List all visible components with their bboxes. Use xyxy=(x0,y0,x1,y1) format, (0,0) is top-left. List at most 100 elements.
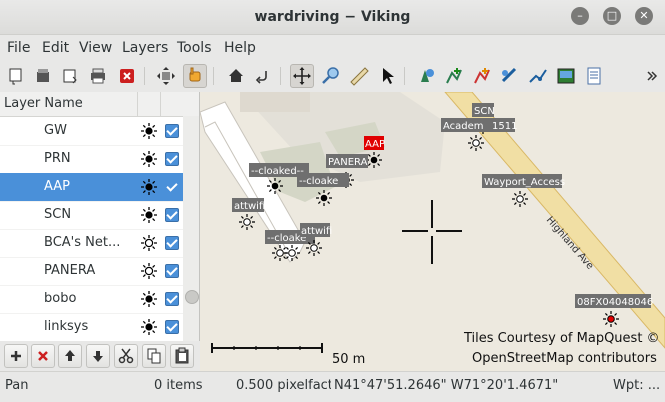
copy-icon xyxy=(147,348,161,364)
layer-visible-checkbox[interactable] xyxy=(165,208,179,222)
layer-row-panera[interactable]: PANERA xyxy=(0,257,183,286)
menu-help[interactable]: Help xyxy=(224,40,256,56)
create-track-icon[interactable] xyxy=(443,65,465,87)
layer-row-scn[interactable]: SCN xyxy=(0,201,183,230)
paste-icon xyxy=(175,347,189,364)
arrow-down-icon xyxy=(93,351,103,362)
save-file-icon[interactable] xyxy=(59,65,81,87)
delete-icon xyxy=(38,351,48,361)
layer-visible-checkbox[interactable] xyxy=(165,236,179,250)
layer-actions xyxy=(0,341,199,371)
waypoint-label: AAP xyxy=(365,139,385,150)
layer-row-bca[interactable]: BCA's Net... xyxy=(0,229,183,258)
create-route-icon[interactable] xyxy=(471,65,493,87)
menu-view[interactable]: View xyxy=(79,40,112,56)
layer-row-bobo[interactable]: bobo xyxy=(0,285,183,314)
new-window-icon[interactable] xyxy=(5,65,27,87)
layer-visible-checkbox[interactable] xyxy=(165,152,179,166)
layer-name: PRN xyxy=(44,151,71,166)
map-attribution-line1: Tiles Courtesy of MapQuest © xyxy=(463,331,660,346)
status-coordinates: N41°47'51.2646" W71°20'1.4671" xyxy=(334,378,559,393)
jump-back-icon[interactable] xyxy=(252,65,274,87)
open-file-icon[interactable] xyxy=(32,65,54,87)
print-icon[interactable] xyxy=(87,65,109,87)
layer-name: bobo xyxy=(44,291,77,306)
waypoint-visibility-icon[interactable] xyxy=(140,290,158,308)
layer-visible-checkbox[interactable] xyxy=(165,124,179,138)
layer-row-prn[interactable]: PRN xyxy=(0,145,183,174)
map-crosshair xyxy=(402,200,462,264)
waypoint-visibility-icon[interactable] xyxy=(140,318,158,336)
status-zoom: 0.500 pixelfact xyxy=(236,378,331,393)
menu-tools[interactable]: Tools xyxy=(177,40,212,56)
waypoint-visibility-icon[interactable] xyxy=(140,122,158,140)
waypoint-label: 08FX04048046 xyxy=(577,297,653,308)
layer-visible-checkbox[interactable] xyxy=(165,264,179,278)
waypoint-visibility-icon[interactable] xyxy=(140,150,158,168)
menu-file[interactable]: File xyxy=(7,40,30,56)
ruler-tool-icon[interactable] xyxy=(348,65,370,87)
layer-visible-checkbox[interactable] xyxy=(165,292,179,306)
layer-visible-checkbox[interactable] xyxy=(165,180,179,194)
layer-properties-icon[interactable] xyxy=(583,65,605,87)
waypoint-label: SCN xyxy=(474,106,495,117)
fullscreen-icon[interactable] xyxy=(155,65,177,87)
layer-visible-checkbox[interactable] xyxy=(165,320,179,334)
remove-layer-button[interactable] xyxy=(31,344,55,368)
cut-layer-button[interactable] xyxy=(114,344,138,368)
layers-panel: Layer Name GW PRN AAP SCN BCA's Net... P… xyxy=(0,92,200,342)
menu-edit[interactable]: Edit xyxy=(42,40,69,56)
waypoint-label: attwifi xyxy=(301,226,332,237)
move-layer-down-button[interactable] xyxy=(86,344,110,368)
menu-layers[interactable]: Layers xyxy=(122,40,168,56)
paste-layer-button[interactable] xyxy=(170,344,194,368)
layer-row-gw[interactable]: GW xyxy=(0,117,183,146)
edit-waypoint-icon[interactable] xyxy=(499,65,521,87)
layers-column-header: Layer Name xyxy=(0,92,199,117)
copy-layer-button[interactable] xyxy=(142,344,166,368)
toolbar xyxy=(0,60,665,92)
waypoint-label: Wayport_Access xyxy=(484,177,565,188)
plus-icon xyxy=(11,351,21,361)
add-layer-button[interactable] xyxy=(4,344,28,368)
waypoint-label: attwifi xyxy=(234,201,265,212)
layer-name: PANERA xyxy=(44,263,96,278)
layer-name: SCN xyxy=(44,207,72,222)
layer-row-linksys[interactable]: linksys xyxy=(0,313,183,342)
close-layer-icon[interactable] xyxy=(116,65,138,87)
zoom-tool-icon[interactable] xyxy=(320,65,342,87)
close-button[interactable]: ✕ xyxy=(635,7,653,25)
hand-pan-icon[interactable] xyxy=(183,64,207,88)
map-viewport[interactable]: Highland Ave SCN Academ 1511 AAP PANERA xyxy=(200,92,665,371)
map-canvas[interactable]: Highland Ave SCN Academ 1511 AAP PANERA xyxy=(200,92,665,371)
waypoint-visibility-icon[interactable] xyxy=(140,234,158,252)
arrow-up-icon xyxy=(65,350,75,361)
home-icon[interactable] xyxy=(225,65,247,87)
waypoint-visibility-icon[interactable] xyxy=(140,178,158,196)
select-tool-icon[interactable] xyxy=(376,65,398,87)
minimize-button[interactable]: – xyxy=(571,7,589,25)
waypoint-label: Academ xyxy=(443,121,484,132)
toolbar-overflow-icon[interactable] xyxy=(640,65,660,87)
waypoint-sun-icon xyxy=(603,311,619,327)
maximize-button[interactable]: □ xyxy=(603,7,621,25)
layer-name-header[interactable]: Layer Name xyxy=(4,96,83,111)
move-layer-up-button[interactable] xyxy=(58,344,82,368)
status-tool: Pan xyxy=(5,378,29,393)
georef-image-icon[interactable] xyxy=(555,65,577,87)
waypoint-visibility-icon[interactable] xyxy=(140,262,158,280)
pan-tool-icon[interactable] xyxy=(290,64,314,88)
scrollbar-thumb[interactable] xyxy=(185,290,199,304)
waypoint-sun-icon xyxy=(239,214,255,230)
layers-scrollbar[interactable] xyxy=(183,116,199,341)
menu-bar: File Edit View Layers Tools Help xyxy=(0,35,665,60)
layer-row-aap[interactable]: AAP xyxy=(0,173,183,202)
create-waypoint-icon[interactable] xyxy=(416,65,438,87)
waypoint-visibility-icon[interactable] xyxy=(140,206,158,224)
title-bar: wardriving − Viking – □ ✕ xyxy=(0,0,665,35)
waypoint-label: PANERA xyxy=(328,157,368,168)
status-bar: Pan 0 items 0.500 pixelfact N41°47'51.26… xyxy=(0,371,665,402)
edit-trackpoint-icon[interactable] xyxy=(527,65,549,87)
status-items: 0 items xyxy=(154,378,203,393)
waypoint-label-suffix: 1511 xyxy=(492,121,517,132)
